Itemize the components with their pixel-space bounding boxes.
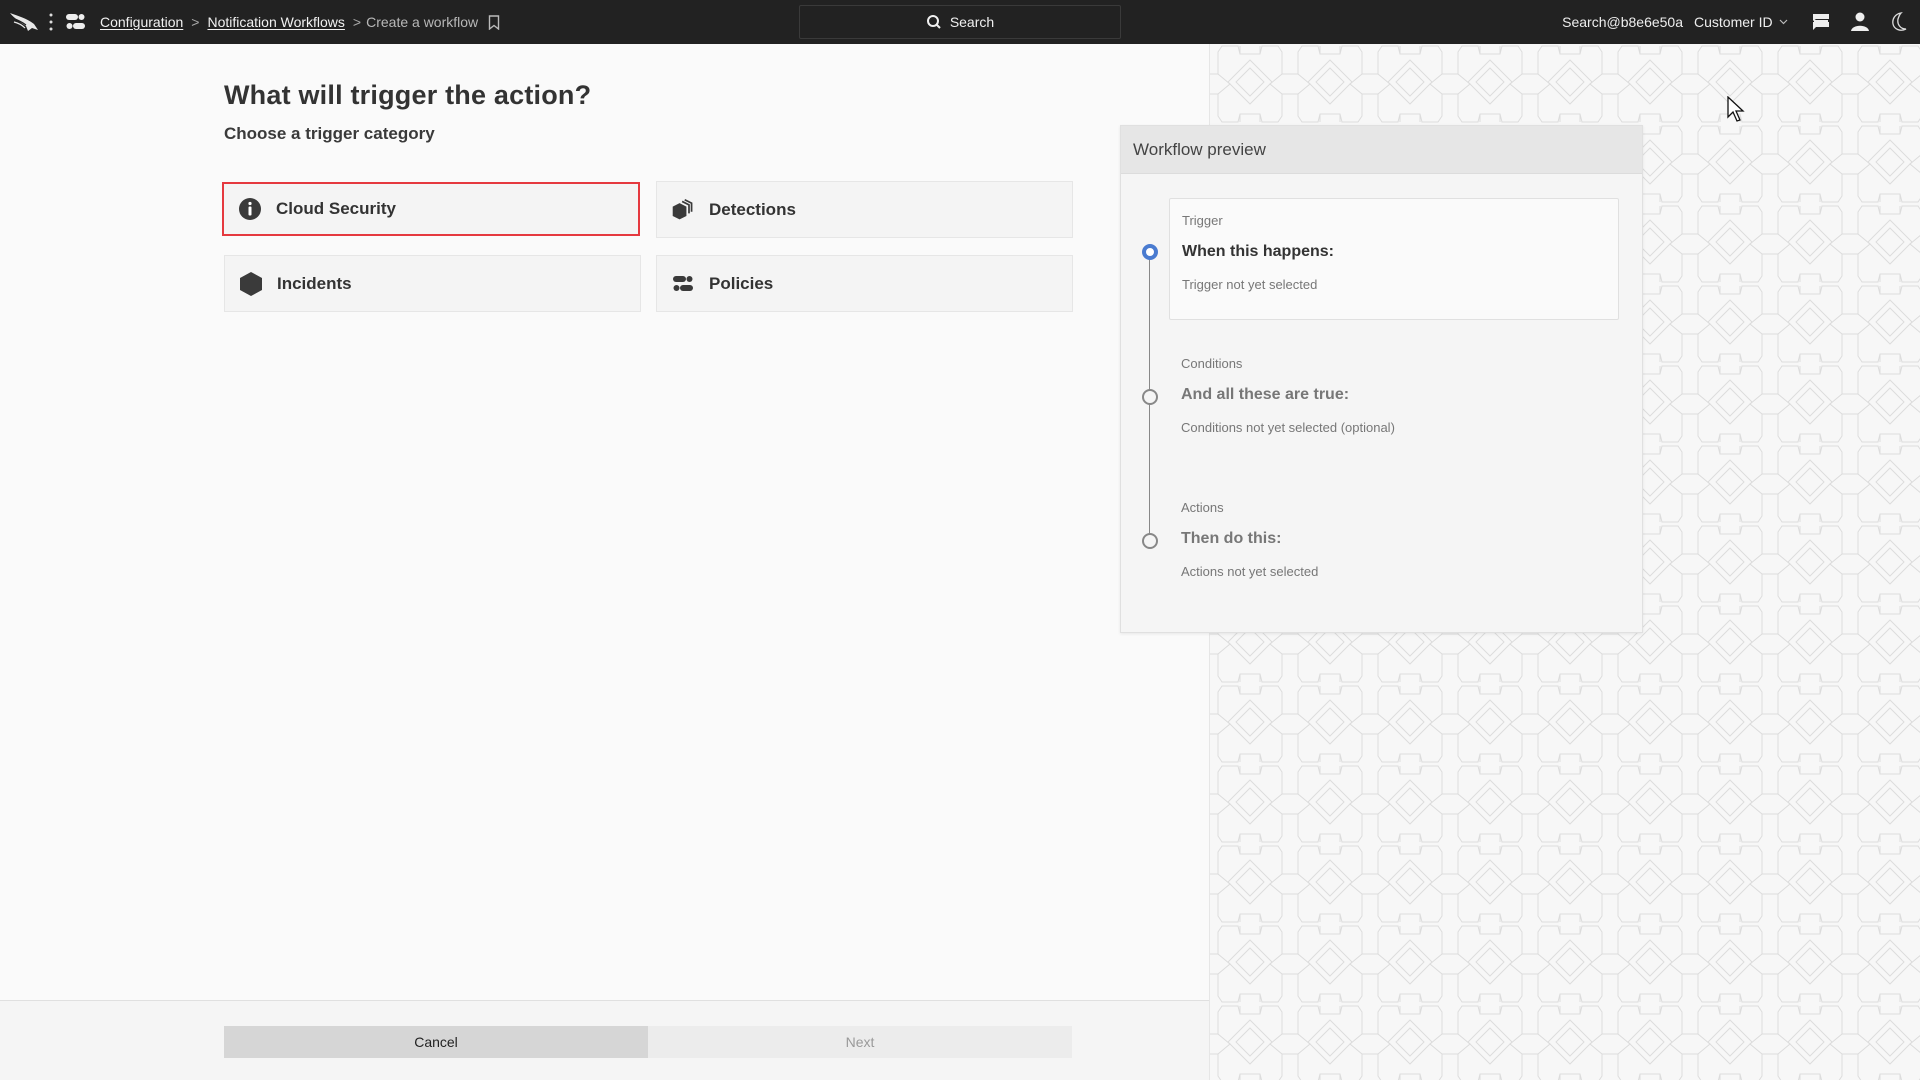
step-kicker: Conditions [1181, 356, 1243, 371]
category-label: Cloud Security [276, 199, 396, 218]
category-label: Incidents [277, 273, 352, 293]
search-button[interactable]: Search [799, 5, 1121, 39]
search-icon [926, 15, 941, 29]
search-label: Search [949, 14, 995, 30]
step-heading: And all these are true: [1181, 386, 1350, 403]
step-note: Conditions not yet selected (optional) [1181, 420, 1395, 435]
step-note: Trigger not yet selected [1182, 277, 1318, 292]
toggles-icon [671, 272, 695, 296]
top-navigation-bar: Configuration > Notification Workflows >… [0, 0, 1920, 44]
step-heading: Then do this: [1181, 530, 1282, 547]
user-name: Search@b8e6e50a [1562, 14, 1683, 30]
category-detections[interactable]: Detections [656, 181, 1073, 238]
footer-bar: Cancel Next [0, 1000, 1209, 1080]
breadcrumb-separator: > [191, 14, 200, 30]
breadcrumb: Configuration > Notification Workflows >… [100, 0, 500, 44]
page-title: What will trigger the action? [224, 80, 592, 110]
kebab-menu-icon[interactable] [49, 13, 53, 31]
step-kicker: Trigger [1182, 213, 1223, 228]
step-kicker: Actions [1181, 500, 1224, 515]
page-subtitle: Choose a trigger category [224, 124, 435, 143]
step-conditions: Conditions And all these are true: Condi… [1169, 342, 1619, 442]
category-label: Detections [709, 199, 796, 219]
layers-hex-icon [671, 198, 695, 222]
next-button[interactable]: Next [648, 1026, 1072, 1058]
breadcrumb-notification-workflows[interactable]: Notification Workflows [207, 14, 344, 30]
step-note: Actions not yet selected [1181, 564, 1319, 579]
chevron-down-icon [1779, 19, 1788, 25]
category-cloud-security[interactable]: Cloud Security [222, 182, 640, 236]
bookmark-icon[interactable] [488, 14, 500, 30]
cancel-button[interactable]: Cancel [224, 1026, 648, 1058]
falcon-logo-icon[interactable] [8, 10, 40, 34]
step-indicator [1142, 389, 1158, 405]
customer-id-dropdown[interactable]: Customer ID [1694, 0, 1788, 44]
category-incidents[interactable]: Incidents [224, 255, 641, 312]
step-actions: Actions Then do this: Actions not yet se… [1169, 486, 1619, 586]
breadcrumb-current: Create a workflow [366, 14, 479, 30]
category-policies[interactable]: Policies [656, 255, 1073, 312]
info-icon [238, 197, 262, 221]
step-indicator-active [1142, 244, 1158, 260]
toggles-icon[interactable] [66, 13, 85, 31]
category-label: Policies [709, 273, 774, 293]
step-trigger: Trigger When this happens: Trigger not y… [1169, 198, 1619, 320]
breadcrumb-separator: > [352, 14, 362, 30]
breadcrumb-configuration[interactable]: Configuration [100, 14, 183, 30]
workflow-preview-title: Workflow preview [1121, 126, 1642, 174]
step-heading: When this happens: [1182, 243, 1334, 260]
messages-icon[interactable] [1810, 11, 1832, 33]
moon-icon[interactable] [1889, 11, 1911, 33]
workflow-preview-panel: Workflow preview Trigger When this happe… [1120, 125, 1643, 633]
user-icon[interactable] [1849, 11, 1871, 33]
customer-id-label: Customer ID [1694, 14, 1773, 30]
hexagon-icon [239, 271, 263, 296]
step-indicator [1142, 533, 1158, 549]
